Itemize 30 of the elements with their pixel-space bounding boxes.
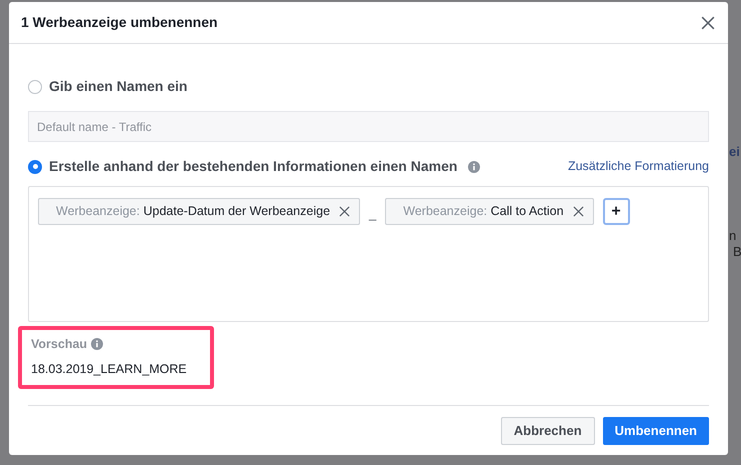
name-builder-field[interactable]: Werbeanzeige: Update-Datum der Werbeanzeige _ Werbeanzeige: Call to Action + (28, 186, 709, 322)
token-label: Werbeanzeige: Call to Action (403, 203, 564, 220)
info-icon (468, 160, 480, 172)
dialog-title: 1 Werbeanzeige umbenennen (21, 13, 218, 32)
option-label: Gib einen Namen ein (49, 77, 188, 96)
close-icon (572, 206, 584, 217)
remove-token-button[interactable] (572, 206, 584, 217)
separator-text: _ (369, 205, 376, 223)
token-chip[interactable]: Werbeanzeige: Call to Action (385, 198, 594, 225)
radio-button[interactable] (28, 160, 42, 174)
token-label: Werbeanzeige: Update-Datum der Werbeanzeige (56, 203, 330, 220)
background-text: n (729, 227, 736, 245)
close-icon (339, 206, 350, 217)
close-button[interactable] (700, 14, 716, 30)
option-row[interactable]: Gib einen Namen ein (28, 76, 188, 97)
option-row[interactable]: Erstelle anhand der bestehenden Informationen einen Namen (28, 156, 480, 177)
remove-token-button[interactable] (339, 206, 350, 217)
preview-label: Vorschau (31, 336, 88, 353)
rename-button[interactable]: Umbenennen (602, 417, 709, 445)
radio-button[interactable] (28, 80, 42, 94)
preview-value: 18.03.2019_LEARN_MORE (31, 360, 188, 378)
background-text: B (733, 243, 741, 261)
token-chip[interactable]: Werbeanzeige: Update-Datum der Werbeanzeige (38, 198, 360, 225)
name-field[interactable]: Default name - Traffic (28, 111, 709, 142)
option-label: Erstelle anhand der bestehenden Informationen einen Namen (49, 157, 458, 176)
add-button[interactable]: + (602, 198, 630, 225)
formatting-link[interactable]: Zusätzliche Formatierung (568, 157, 709, 176)
close-icon (701, 16, 715, 30)
cancel-button[interactable]: Abbrechen (500, 417, 595, 445)
info-icon (91, 338, 104, 350)
